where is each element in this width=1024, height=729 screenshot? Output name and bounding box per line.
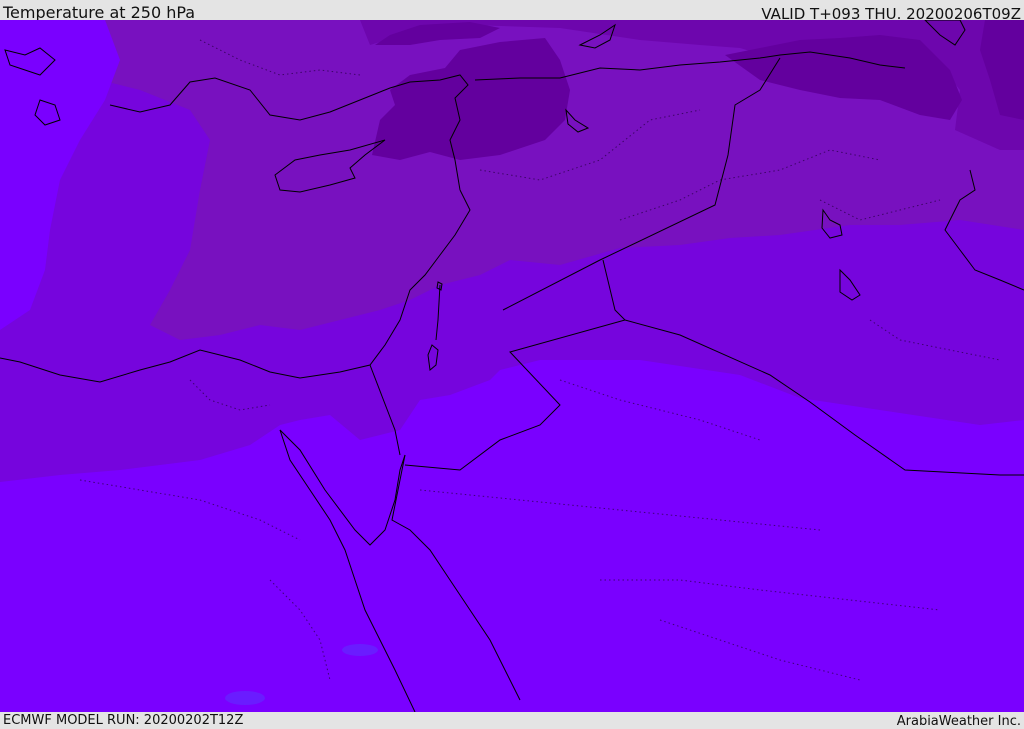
footer-bar: ECMWF MODEL RUN: 20200202T12Z ArabiaWeat… <box>0 712 1024 729</box>
model-run-label: ECMWF MODEL RUN: 20200202T12Z <box>3 713 244 728</box>
weather-map-frame: Temperature at 250 hPa VALID T+093 THU. … <box>0 0 1024 729</box>
map-canvas <box>0 20 1024 712</box>
credit-label: ArabiaWeather Inc. <box>896 714 1021 729</box>
warm-patch <box>225 691 265 705</box>
map-svg <box>0 20 1024 712</box>
warm-patch <box>342 644 378 656</box>
header-bar: Temperature at 250 hPa VALID T+093 THU. … <box>0 0 1024 23</box>
